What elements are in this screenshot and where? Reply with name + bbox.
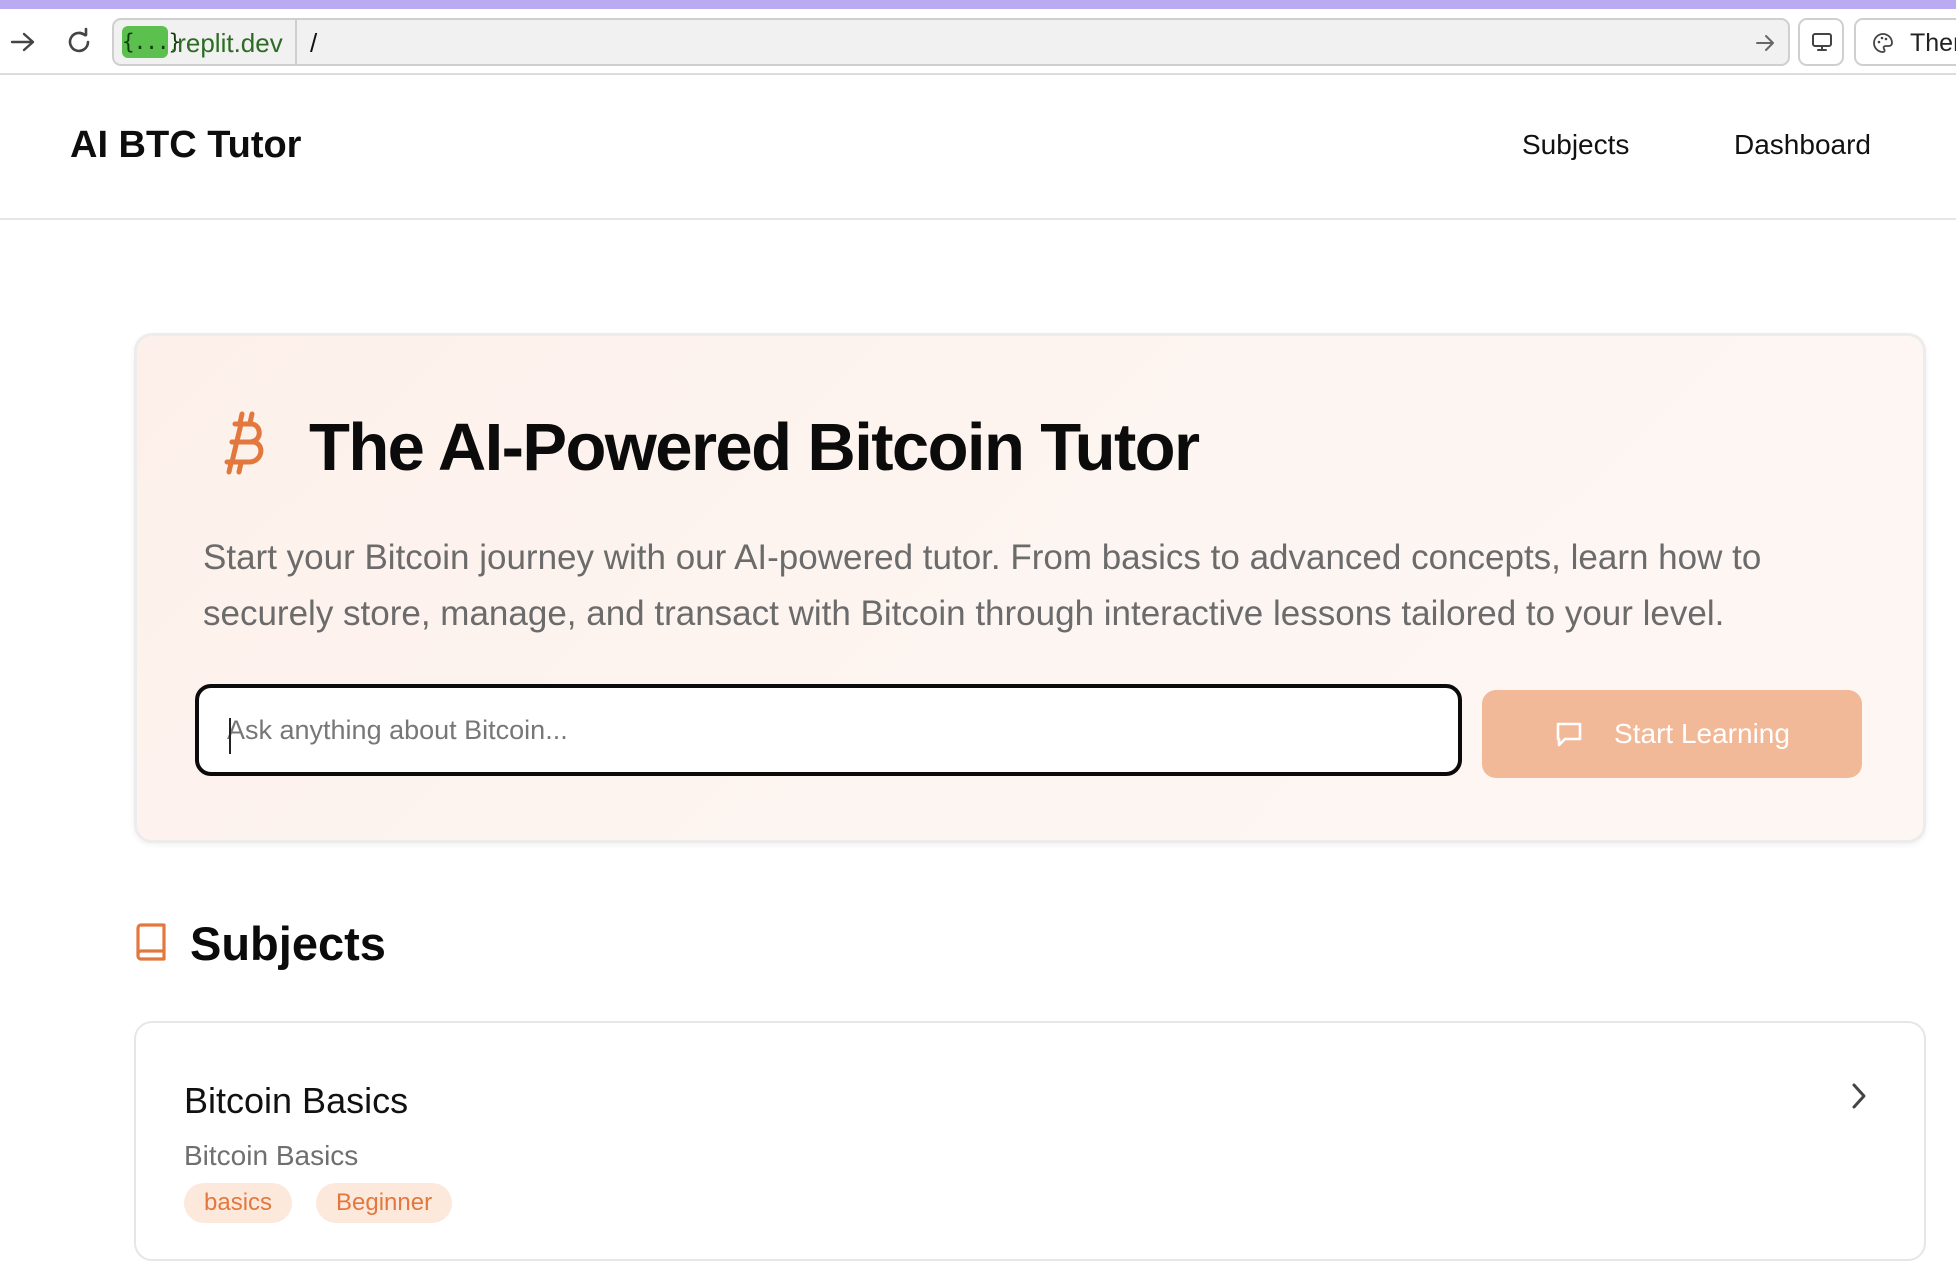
nav-subjects-link[interactable]: Subjects xyxy=(1522,128,1629,162)
site-logo[interactable]: AI BTC Tutor xyxy=(70,123,301,167)
site-header: AI BTC Tutor Subjects Dashboard xyxy=(0,76,1956,220)
url-divider xyxy=(295,20,297,64)
subject-card-subtitle: Bitcoin Basics xyxy=(184,1140,359,1171)
subjects-title: Subjects xyxy=(190,917,386,970)
text-caret xyxy=(229,718,231,754)
subject-card-title: Bitcoin Basics xyxy=(184,1080,409,1121)
book-icon xyxy=(136,923,166,961)
forward-arrow-icon[interactable] xyxy=(6,25,40,59)
device-preview-button[interactable] xyxy=(1798,18,1844,66)
url-path[interactable]: / xyxy=(310,28,317,58)
palette-icon xyxy=(1873,33,1893,53)
tag-beginner: Beginner xyxy=(316,1183,453,1223)
start-learning-label: Start Learning xyxy=(1614,718,1790,749)
hero-description: Start your Bitcoin journey with our AI-p… xyxy=(203,538,1762,633)
go-arrow-icon[interactable] xyxy=(1754,32,1776,54)
domain-badge: {...} xyxy=(122,26,181,58)
url-domain: .replit.dev xyxy=(170,28,283,58)
browser-accent-strip xyxy=(0,0,1956,9)
chevron-right-icon[interactable] xyxy=(1844,1079,1874,1113)
theme-label: Ther xyxy=(1910,29,1956,57)
hero-card: The AI-Powered Bitcoin Tutor Start your … xyxy=(134,333,1926,843)
theme-button[interactable]: Ther xyxy=(1854,18,1956,66)
subject-card-bitcoin-basics[interactable]: Bitcoin Basics Bitcoin Basics basics Beg… xyxy=(134,1021,1926,1261)
chat-icon xyxy=(1556,722,1582,747)
url-bar[interactable]: {...} .replit.dev / xyxy=(112,18,1790,66)
hero-title: The AI-Powered Bitcoin Tutor xyxy=(309,410,1200,485)
ask-input[interactable] xyxy=(195,684,1462,776)
bitcoin-icon xyxy=(224,411,264,475)
browser-toolbar: {...} .replit.dev / Ther xyxy=(0,9,1956,75)
nav-dashboard-link[interactable]: Dashboard xyxy=(1734,128,1871,162)
reload-icon[interactable] xyxy=(62,25,96,59)
device-icon xyxy=(1812,33,1832,51)
start-learning-button[interactable]: Start Learning xyxy=(1482,690,1862,778)
tag-basics: basics xyxy=(184,1183,293,1223)
